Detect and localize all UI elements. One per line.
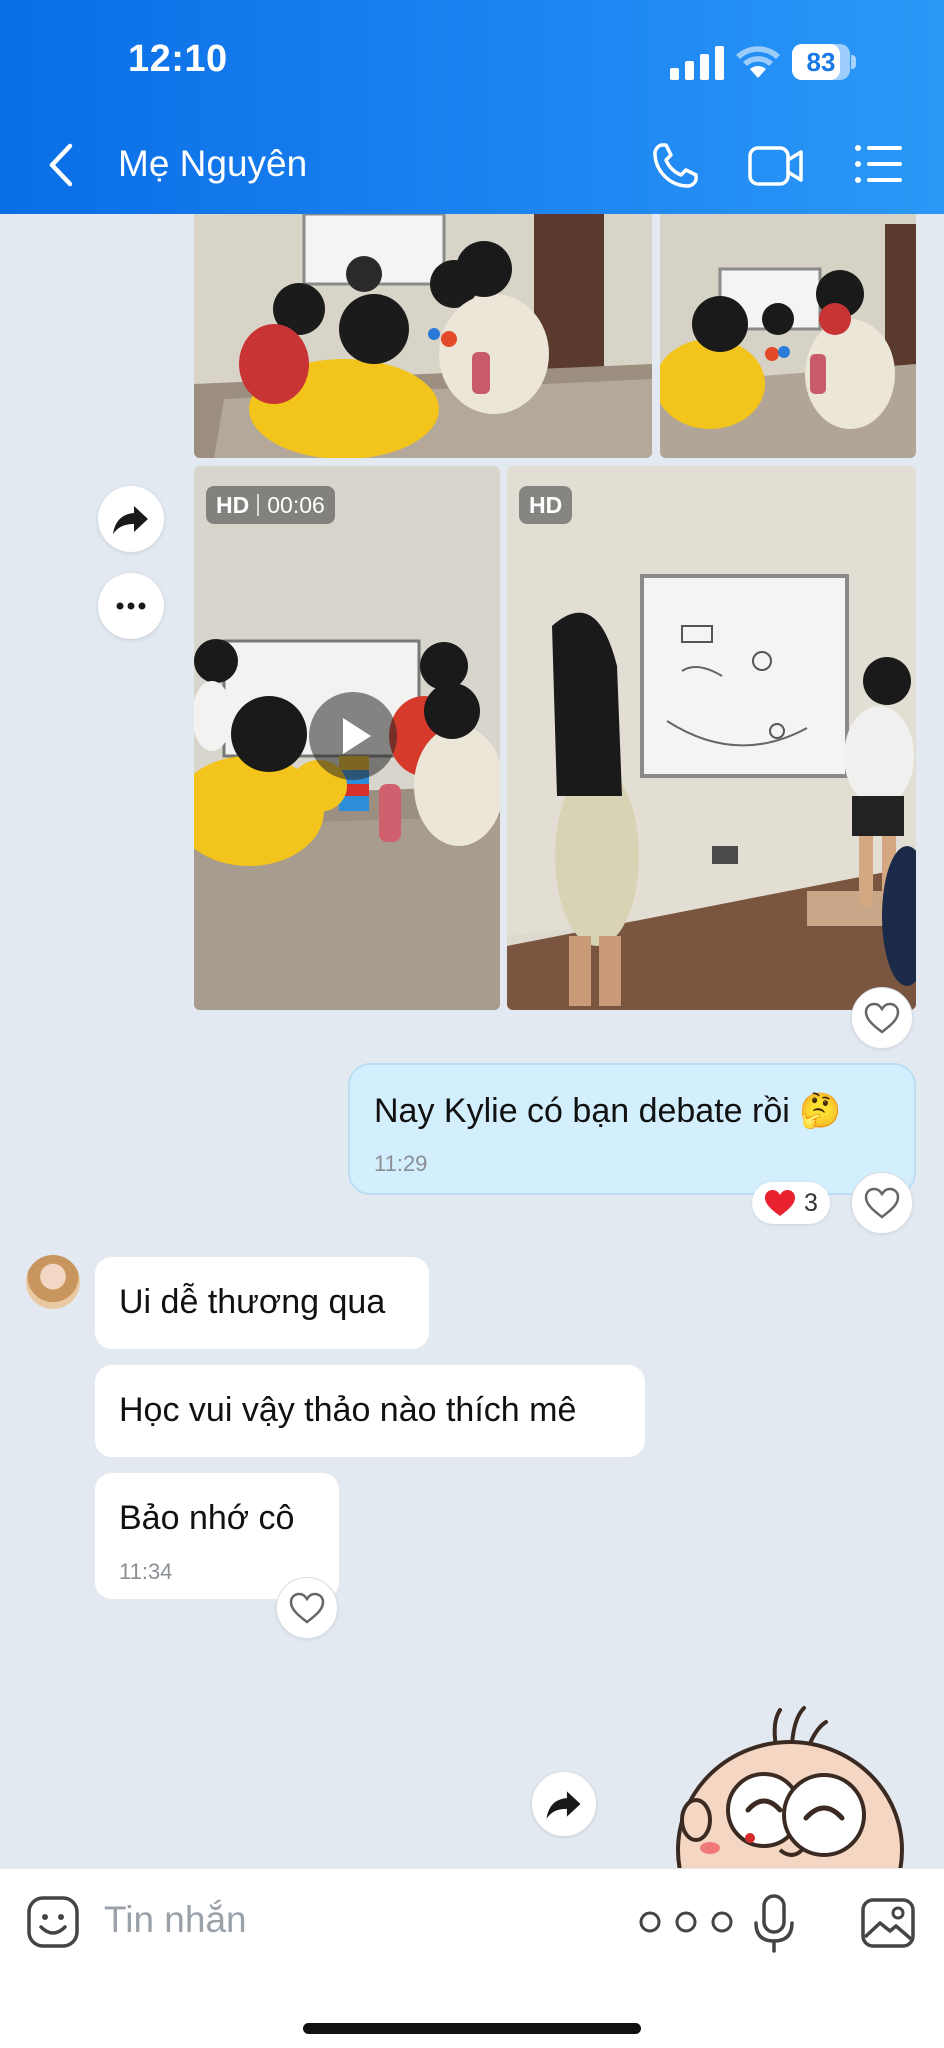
video1-badge: HD 00:06 — [206, 486, 335, 524]
status-time: 12:10 — [128, 38, 228, 80]
battery-indicator: 83 — [792, 44, 856, 80]
emoji-icon[interactable] — [26, 1895, 80, 1949]
hd-label: HD — [529, 492, 563, 518]
photo-classroom-1[interactable] — [194, 214, 652, 458]
share-icon — [546, 1791, 581, 1819]
phone-icon[interactable] — [650, 141, 700, 191]
hd-label: HD — [216, 492, 250, 518]
share-button[interactable] — [98, 486, 164, 552]
back-icon[interactable] — [44, 140, 80, 190]
play-icon — [343, 718, 371, 754]
play-button[interactable] — [309, 692, 397, 780]
heart-icon — [864, 1002, 900, 1034]
message-text: Học vui vậy thảo nào thích mê — [119, 1391, 577, 1429]
more-icon — [116, 602, 146, 610]
message-input[interactable]: Tin nhắn — [104, 1899, 247, 1941]
message-time: 11:34 — [119, 1559, 173, 1584]
message-text: Nay Kylie có bạn debate rồi 🤔 — [374, 1092, 842, 1130]
message-composer: Tin nhắn — [0, 1868, 944, 2048]
menu-icon[interactable] — [854, 143, 902, 185]
video-thumbnail-1[interactable]: HD 00:06 — [194, 466, 500, 1010]
message-text: Bảo nhớ cô — [119, 1499, 295, 1537]
video-duration: 00:06 — [267, 492, 325, 518]
incoming-message[interactable]: Học vui vậy thảo nào thích mê — [94, 1364, 646, 1458]
like-button-incoming[interactable] — [276, 1577, 338, 1639]
heart-icon — [864, 1187, 900, 1219]
outgoing-message[interactable]: Nay Kylie có bạn debate rồi 🤔 11:29 — [348, 1063, 916, 1195]
like-button-media[interactable] — [851, 987, 913, 1049]
wifi-icon — [736, 46, 780, 78]
video2-badge: HD — [519, 486, 573, 524]
photo-classroom-2[interactable] — [660, 214, 916, 458]
mic-icon[interactable] — [752, 1893, 796, 1955]
share-sticker-button[interactable] — [532, 1772, 596, 1836]
more-button[interactable] — [98, 573, 164, 639]
chat-header: 12:10 83 Mẹ Nguyên — [0, 0, 944, 214]
message-time: 11:29 — [374, 1151, 428, 1176]
more-options-icon[interactable] — [636, 1909, 736, 1935]
video-thumbnail-2[interactable]: HD — [507, 466, 916, 1010]
message-text: Ui dễ thương qua — [119, 1283, 386, 1321]
contact-name[interactable]: Mẹ Nguyên — [118, 143, 307, 185]
image-icon[interactable] — [860, 1897, 916, 1949]
sticker-image[interactable] — [668, 1700, 908, 1868]
reaction-summary[interactable]: 3 — [752, 1182, 830, 1224]
heart-icon — [289, 1592, 325, 1624]
heart-reaction-icon — [765, 1190, 795, 1216]
like-button-outgoing[interactable] — [851, 1172, 913, 1234]
incoming-message[interactable]: Ui dễ thương qua — [94, 1256, 430, 1350]
reaction-count: 3 — [804, 1189, 818, 1217]
share-icon — [113, 506, 148, 534]
avatar[interactable] — [26, 1255, 80, 1309]
signal-icon — [670, 46, 724, 80]
battery-percent: 83 — [806, 47, 836, 77]
home-indicator — [303, 2023, 641, 2034]
video-call-icon[interactable] — [748, 143, 804, 189]
